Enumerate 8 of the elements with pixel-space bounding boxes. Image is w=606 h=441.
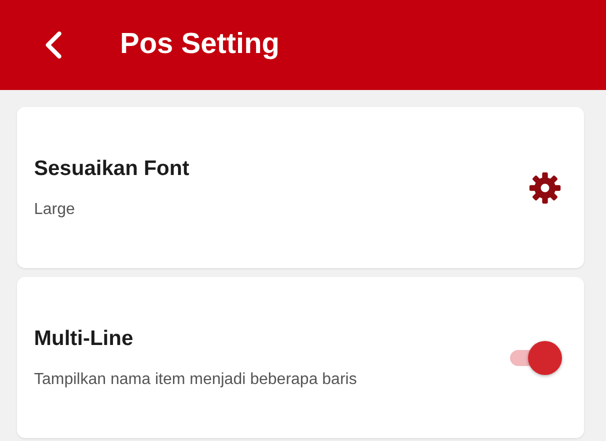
settings-icon[interactable]: [528, 170, 562, 204]
setting-card[interactable]: Sesuaikan Font Large: [17, 107, 584, 268]
setting-description: Tampilkan nama item menjadi beberapa baris: [34, 370, 357, 390]
setting-title: Sesuaikan Font: [34, 156, 190, 182]
setting-card[interactable]: Multi-Line Tampilkan nama item menjadi beberapa baris: [17, 277, 584, 438]
setting-description: Large: [34, 200, 76, 220]
setting-title: Multi-Line: [34, 326, 134, 352]
page-title: Pos Setting: [120, 27, 280, 62]
